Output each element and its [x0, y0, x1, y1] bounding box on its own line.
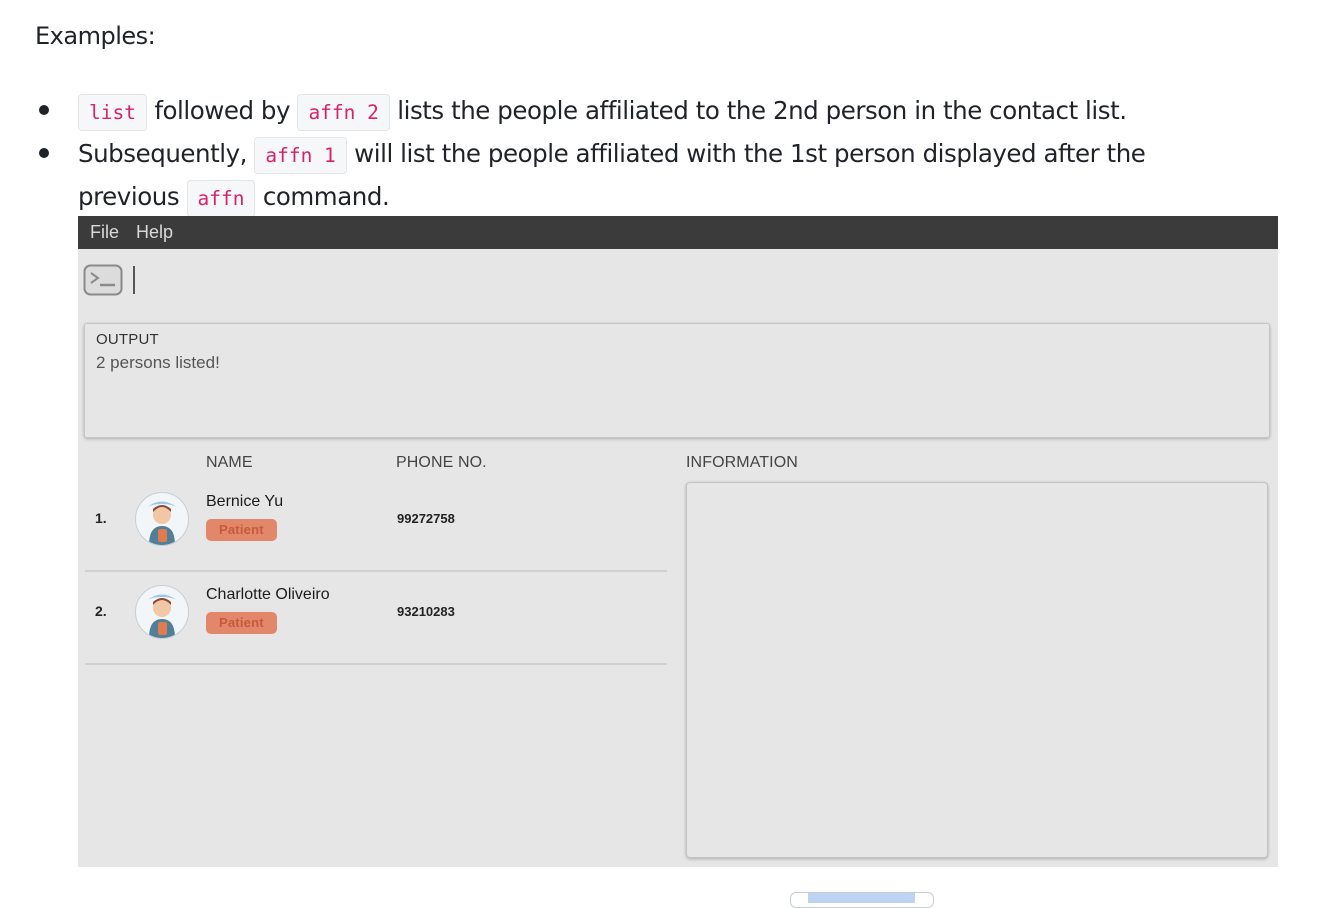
example-item-2-continued: previous affn command.	[78, 175, 390, 220]
bullet-text: previous	[78, 182, 180, 211]
bullet-text: followed by	[154, 96, 291, 125]
result-display: OUTPUT 2 persons listed!	[84, 323, 1270, 438]
avatar	[135, 492, 189, 546]
person-name: Charlotte Oliveiro	[206, 586, 330, 603]
terminal-icon	[83, 264, 123, 301]
menu-bar: File Help	[78, 216, 1278, 249]
person-row[interactable]: 1. Bernice Yu Patient 99272758	[85, 478, 667, 572]
person-name: Bernice Yu	[206, 493, 284, 510]
person-phone: 93210283	[397, 604, 455, 619]
bottom-control[interactable]	[790, 892, 934, 908]
information-panel	[686, 482, 1268, 858]
avatar	[135, 585, 189, 639]
command-input[interactable]	[133, 266, 135, 294]
output-title: OUTPUT	[96, 331, 159, 348]
menu-help[interactable]: Help	[136, 222, 173, 243]
tag-badge: Patient	[206, 612, 277, 634]
bullet-text: Subsequently,	[78, 139, 247, 168]
example-item-1: list followed by affn 2 lists the people…	[78, 89, 1127, 134]
inline-code-list: list	[78, 94, 147, 131]
person-index: 2.	[95, 603, 107, 619]
app-window: File Help OUTPUT 2 persons listed! NAME …	[78, 216, 1278, 867]
bullet-text: lists the people affiliated to the 2nd p…	[397, 96, 1127, 125]
bullet-icon	[39, 105, 49, 115]
column-header-phone: PHONE NO.	[396, 454, 487, 471]
inline-code-affn-1: affn 1	[254, 137, 347, 174]
column-header-information: INFORMATION	[686, 454, 798, 471]
person-phone: 99272758	[397, 511, 455, 526]
bullet-icon	[39, 148, 49, 158]
person-row[interactable]: 2. Charlotte Oliveiro Patient 93210283	[85, 571, 667, 665]
doc-heading: Examples:	[35, 22, 156, 50]
output-text: 2 persons listed!	[96, 353, 220, 372]
person-index: 1.	[95, 510, 107, 526]
bullet-text: will list the people affiliated with the…	[354, 139, 1146, 168]
menu-file[interactable]: File	[90, 222, 119, 243]
inline-code-affn: affn	[186, 180, 256, 217]
inline-code-affn-2: affn 2	[297, 94, 390, 131]
column-header-name: NAME	[206, 454, 253, 471]
bullet-text: command.	[262, 182, 390, 211]
tag-badge: Patient	[206, 519, 277, 541]
example-item-2: Subsequently, affn 1 will list the peopl…	[78, 132, 1146, 177]
